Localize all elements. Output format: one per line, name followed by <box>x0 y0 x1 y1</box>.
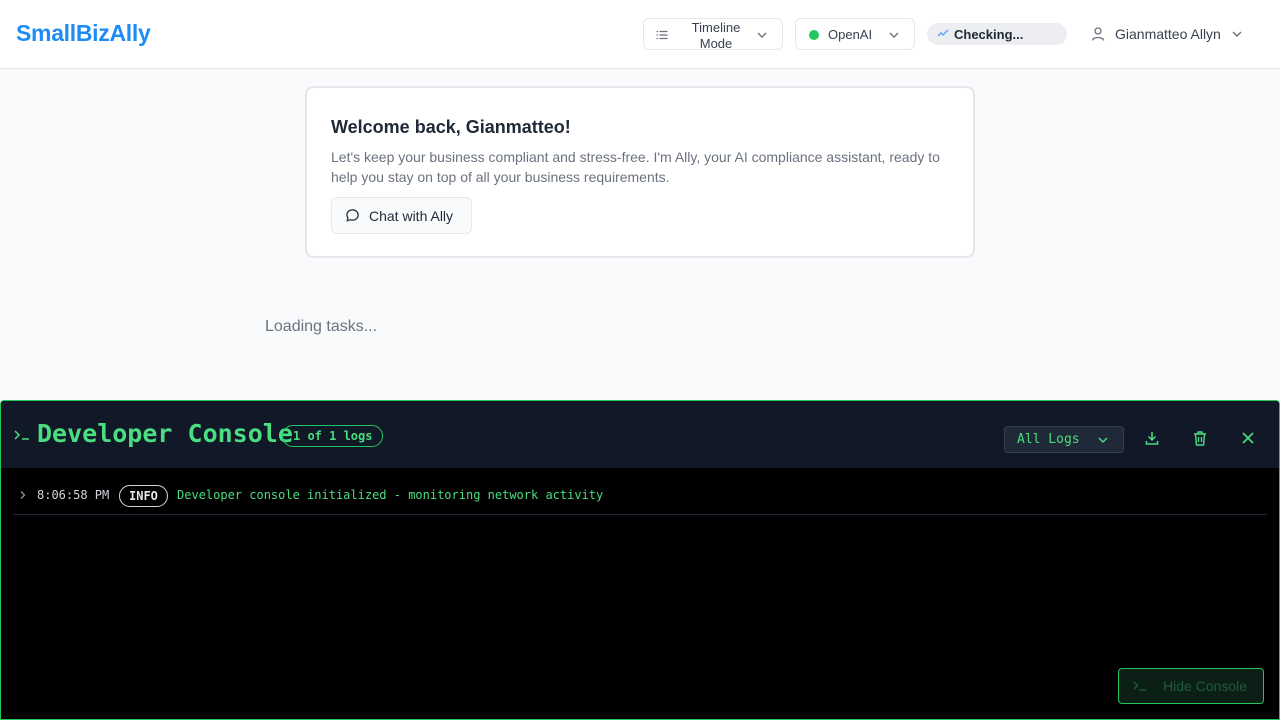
console-title: Developer Console <box>37 419 293 448</box>
log-filter-select[interactable]: All Logs <box>1004 426 1124 453</box>
log-entry[interactable]: 8:06:58 PM INFO Developer console initia… <box>13 481 1267 515</box>
welcome-title: Welcome back, Gianmatteo! <box>331 117 571 137</box>
ai-provider-dropdown[interactable]: OpenAI <box>795 18 915 50</box>
tasks-loading-text: Loading tasks... <box>265 318 378 335</box>
hide-console-button[interactable]: Hide Console <box>1118 668 1264 704</box>
chevron-down-icon <box>757 32 767 38</box>
connection-status-label: Checking... <box>954 27 1024 42</box>
trash-icon <box>1194 431 1206 446</box>
log-count-badge: 1 of 1 logs <box>282 425 384 447</box>
console-header: Developer Console 1 of 1 logs All Logs <box>1 401 1279 468</box>
chevron-down-icon <box>889 32 899 38</box>
welcome-card: Welcome back, Gianmatteo! Let's keep you… <box>305 86 975 258</box>
view-mode-dropdown[interactable]: Timeline Mode <box>643 18 783 51</box>
list-icon <box>656 30 668 40</box>
connection-status-badge: Checking... <box>927 23 1067 45</box>
chevron-down-icon <box>1232 31 1242 37</box>
app-header: SmallBizAlly Timeline Mode OpenAI Checki… <box>0 0 1280 69</box>
hide-console-label: Hide Console <box>1163 678 1248 694</box>
brand-logo[interactable]: SmallBizAlly <box>16 20 151 47</box>
user-name: Gianmatteo Allyn <box>1115 26 1221 42</box>
log-message: Developer console initialized - monitori… <box>177 488 604 502</box>
user-icon <box>1091 27 1105 41</box>
log-filter-label: All Logs <box>1017 432 1080 447</box>
close-console-button[interactable] <box>1240 430 1256 446</box>
chevron-down-icon <box>1098 437 1108 443</box>
user-menu[interactable]: Gianmatteo Allyn <box>1090 20 1243 48</box>
chat-with-ally-button[interactable]: Chat with Ally <box>331 197 472 234</box>
terminal-icon <box>1133 681 1146 691</box>
developer-console: Developer Console 1 of 1 logs All Logs 8… <box>0 400 1280 720</box>
chevron-right-icon[interactable] <box>18 490 28 500</box>
terminal-icon <box>14 430 29 440</box>
log-timestamp: 8:06:58 PM <box>37 488 110 502</box>
chat-bubble-icon <box>346 209 359 222</box>
provider-status-dot <box>809 30 819 40</box>
download-logs-button[interactable] <box>1144 430 1160 446</box>
download-icon <box>1145 432 1159 445</box>
welcome-message: Let's keep your business compliant and s… <box>331 149 940 185</box>
clear-logs-button[interactable] <box>1192 430 1208 446</box>
log-level-badge: INFO <box>119 485 168 507</box>
chat-button-label: Chat with Ally <box>369 207 454 224</box>
close-icon <box>1242 432 1254 444</box>
view-mode-label: Timeline Mode <box>691 20 741 51</box>
activity-icon <box>937 29 949 37</box>
provider-label: OpenAI <box>828 27 873 42</box>
